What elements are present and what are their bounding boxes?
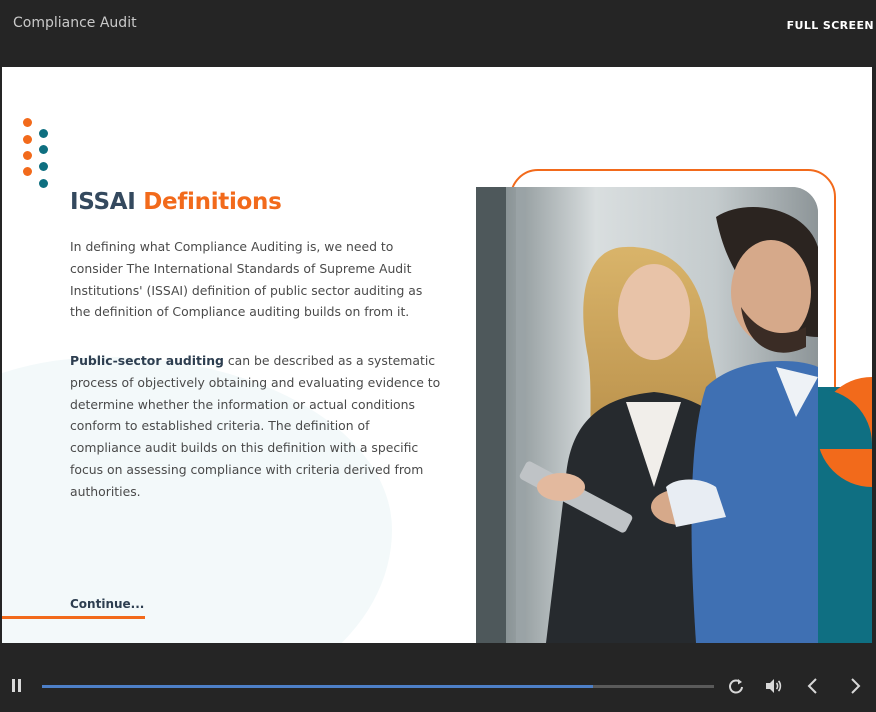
player-controls (0, 666, 876, 712)
dot (23, 135, 32, 144)
slide-heading: ISSAI Definitions (70, 189, 282, 215)
previous-button[interactable] (806, 677, 820, 695)
pause-button[interactable] (11, 679, 23, 693)
next-button[interactable] (848, 677, 862, 695)
photo-illustration (476, 187, 818, 643)
dot (23, 118, 32, 127)
heading-primary: ISSAI (70, 189, 136, 215)
heading-accent: Definitions (143, 189, 282, 215)
business-photo (476, 187, 818, 643)
dot (23, 151, 32, 160)
progress-fill (42, 685, 594, 688)
definition-term: Public-sector auditing (70, 353, 224, 368)
continue-link[interactable]: Continue... (70, 597, 144, 611)
slide-canvas: ISSAI Definitions In defining what Compl… (2, 67, 872, 643)
fullscreen-button[interactable]: FULL SCREEN (787, 19, 874, 32)
pause-icon (12, 679, 15, 692)
replay-icon (729, 679, 743, 694)
pause-icon-bar (18, 679, 21, 692)
player-window: Compliance Audit FULL SCREEN ISSAI Defin… (0, 0, 876, 712)
top-bar: Compliance Audit FULL SCREEN (0, 0, 876, 66)
intro-paragraph: In defining what Compliance Auditing is,… (70, 239, 423, 320)
progress-bar[interactable] (42, 685, 714, 688)
dot (39, 145, 48, 154)
dot (39, 162, 48, 171)
definition-text: can be described as a systematic process… (70, 353, 441, 499)
definition-paragraph: Public-sector auditing can be described … (70, 350, 442, 503)
course-title: Compliance Audit (13, 15, 137, 31)
chevron-left-icon (807, 678, 817, 694)
chevron-right-icon (851, 678, 861, 694)
continue-underline (2, 616, 145, 619)
dot (23, 167, 32, 176)
dot (39, 129, 48, 138)
dot (39, 179, 48, 188)
volume-button[interactable] (764, 677, 784, 695)
replay-button[interactable] (727, 677, 745, 695)
volume-icon (766, 679, 782, 693)
